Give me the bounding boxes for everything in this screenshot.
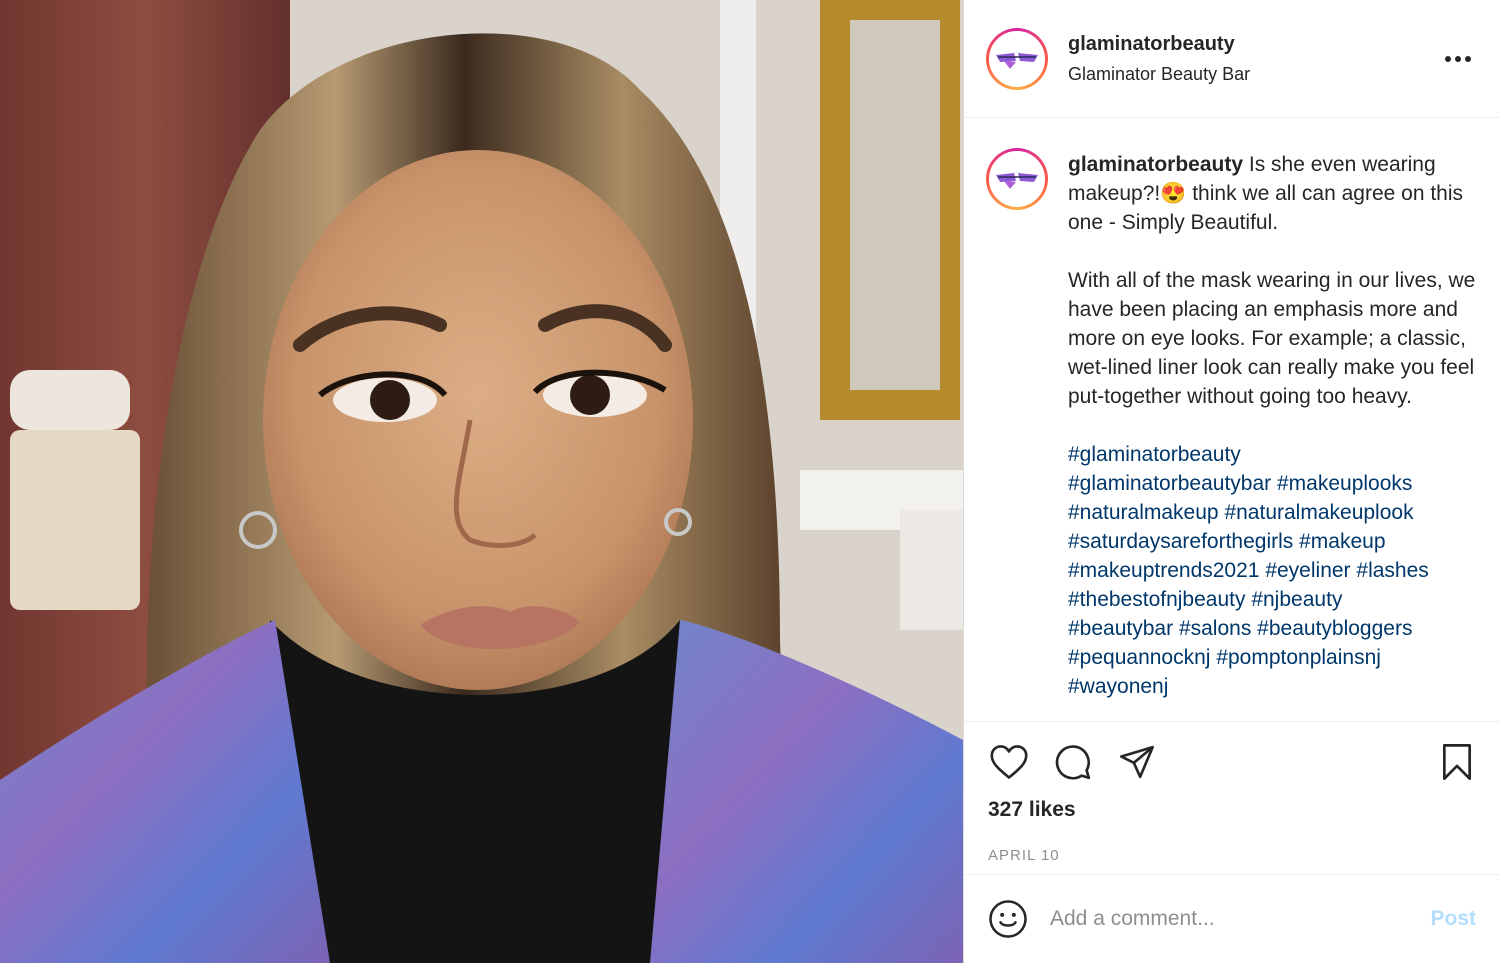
hashtag-link[interactable]: #beautybloggers (1257, 617, 1412, 640)
more-horizontal-icon (1445, 55, 1471, 62)
post-comment-button[interactable]: Post (1430, 907, 1476, 931)
share-button[interactable] (1116, 741, 1158, 783)
smiley-icon[interactable] (988, 899, 1028, 939)
post-author-username[interactable]: glaminatorbeauty (1068, 33, 1438, 56)
caption-username[interactable]: glaminatorbeauty (1068, 153, 1243, 176)
post-caption: glaminatorbeauty Is she even wearing mak… (1068, 150, 1476, 721)
hashtag-link[interactable]: #njbeauty (1251, 588, 1342, 611)
post-photo[interactable] (0, 0, 963, 963)
comment-icon (1055, 745, 1091, 780)
glaminator-logo-icon (996, 52, 1038, 69)
like-button[interactable] (988, 741, 1030, 783)
portrait-illustration (0, 0, 963, 963)
hashtag-link[interactable]: #naturalmakeuplook (1224, 501, 1413, 524)
hashtag-link[interactable]: #eyeliner (1265, 559, 1350, 582)
save-button[interactable] (1436, 741, 1478, 783)
likes-count[interactable]: 327 likes (964, 798, 1500, 822)
more-options-button[interactable] (1438, 44, 1478, 74)
hashtag-link[interactable]: #pomptonplainsnj (1216, 646, 1381, 669)
hashtag-link[interactable]: #naturalmakeup (1068, 501, 1219, 524)
hashtag-link[interactable]: #wayonenj (1068, 675, 1168, 698)
caption-section: glaminatorbeauty Is she even wearing mak… (964, 118, 1500, 722)
caption-avatar[interactable] (986, 148, 1048, 210)
heart-icon (990, 745, 1028, 779)
hashtag-link[interactable]: #salons (1179, 617, 1251, 640)
glaminator-logo-icon (996, 173, 1038, 189)
paper-plane-icon (1120, 745, 1154, 779)
hashtag-link[interactable]: #makeuplooks (1277, 472, 1412, 495)
post-actions (964, 722, 1500, 802)
hashtag-link[interactable]: #makeuptrends2021 (1068, 559, 1259, 582)
post-location[interactable]: Glaminator Beauty Bar (1068, 64, 1438, 85)
caption-hashtags: #glaminatorbeauty #glaminatorbeautybar #… (1068, 443, 1429, 698)
avatar[interactable] (986, 27, 1048, 90)
caption-text: Is she even wearing makeup?!😍 think we a… (1068, 153, 1476, 408)
add-comment-bar: Post (964, 874, 1500, 963)
bookmark-icon (1442, 744, 1472, 780)
hashtag-link[interactable]: #glaminatorbeautybar (1068, 472, 1271, 495)
comment-input[interactable] (1050, 907, 1431, 931)
post-date[interactable]: APRIL 10 (964, 847, 1500, 864)
comment-button[interactable] (1052, 741, 1094, 783)
post-header: glaminatorbeauty Glaminator Beauty Bar (964, 0, 1500, 118)
hashtag-link[interactable]: #beautybar (1068, 617, 1173, 640)
post-side-panel: glaminatorbeauty Glaminator Beauty Bar g… (963, 0, 1500, 963)
hashtag-link[interactable]: #thebestofnjbeauty (1068, 588, 1245, 611)
hashtag-link[interactable]: #saturdaysareforthegirls (1068, 530, 1293, 553)
hashtag-link[interactable]: #glaminatorbeauty (1068, 443, 1241, 466)
hashtag-link[interactable]: #pequannocknj (1068, 646, 1210, 669)
hashtag-link[interactable]: #makeup (1299, 530, 1385, 553)
instagram-post: glaminatorbeauty Glaminator Beauty Bar g… (0, 0, 1500, 963)
hashtag-link[interactable]: #lashes (1356, 559, 1428, 582)
